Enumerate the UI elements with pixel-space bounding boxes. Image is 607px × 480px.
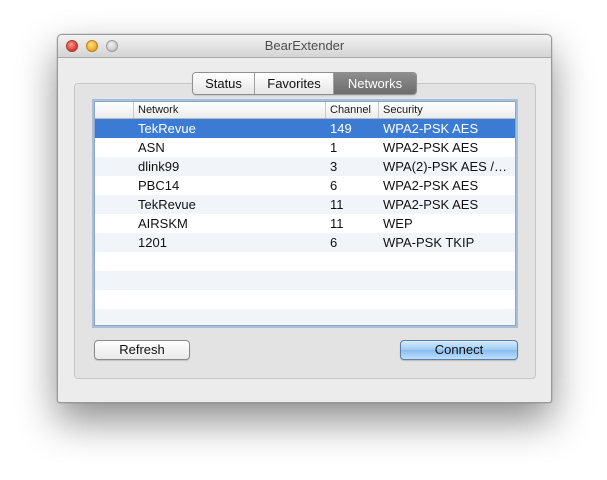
network-security: WPA-PSK TKIP [383, 235, 475, 250]
network-channel: 149 [330, 121, 352, 136]
table-row[interactable]: ASN 1 WPA2-PSK AES [95, 138, 515, 157]
network-channel: 6 [330, 235, 338, 250]
connect-button[interactable]: Connect [400, 340, 518, 360]
table-row[interactable]: AIRSKM 11 WEP [95, 214, 515, 233]
empty-row [95, 290, 515, 309]
column-divider[interactable] [378, 102, 379, 118]
table-row[interactable]: TekRevue 11 WPA2-PSK AES [95, 195, 515, 214]
network-channel: 11 [330, 216, 344, 231]
network-security: WPA2-PSK AES [383, 121, 479, 136]
window-title: BearExtender [264, 38, 345, 53]
tab-favorites[interactable]: Favorites [255, 73, 334, 94]
column-header-network[interactable]: Network [138, 103, 178, 117]
network-name: AIRSKM [138, 216, 188, 231]
table-row[interactable]: 1201 6 WPA-PSK TKIP [95, 233, 515, 252]
column-header-channel[interactable]: Channel [330, 103, 371, 117]
table-header: Network Channel Security [95, 102, 515, 119]
table-row[interactable]: TekRevue 149 WPA2-PSK AES [95, 119, 515, 138]
network-name: PBC14 [138, 178, 180, 193]
network-channel: 11 [330, 197, 344, 212]
network-security: WPA2-PSK AES [383, 178, 479, 193]
network-channel: 1 [330, 140, 338, 155]
tab-status[interactable]: Status [193, 73, 255, 94]
table-row[interactable]: PBC14 6 WPA2-PSK AES [95, 176, 515, 195]
column-divider[interactable] [325, 102, 326, 118]
refresh-button[interactable]: Refresh [94, 340, 190, 360]
empty-row [95, 252, 515, 271]
network-name: dlink99 [138, 159, 180, 174]
network-name: 1201 [138, 235, 167, 250]
network-security: WPA2-PSK AES [383, 140, 479, 155]
network-channel: 3 [330, 159, 338, 174]
title-bar[interactable]: BearExtender [58, 35, 551, 58]
networks-table[interactable]: Network Channel Security TekRevue 149 WP… [94, 101, 516, 326]
network-name: TekRevue [138, 197, 196, 212]
column-header-security[interactable]: Security [383, 103, 423, 117]
tab-networks[interactable]: Networks [334, 73, 416, 94]
tab-bar: Status Favorites Networks [192, 72, 417, 95]
column-divider[interactable] [133, 102, 134, 118]
table-row[interactable]: dlink99 3 WPA(2)-PSK AES /… [95, 157, 515, 176]
network-security: WEP [383, 216, 413, 231]
network-name: ASN [138, 140, 165, 155]
network-channel: 6 [330, 178, 338, 193]
app-window: BearExtender Status Favorites Networks N… [57, 34, 552, 403]
network-name: TekRevue [138, 121, 196, 136]
empty-row [95, 309, 515, 325]
network-security: WPA2-PSK AES [383, 197, 479, 212]
empty-row [95, 271, 515, 290]
network-security: WPA(2)-PSK AES /… [383, 159, 508, 174]
